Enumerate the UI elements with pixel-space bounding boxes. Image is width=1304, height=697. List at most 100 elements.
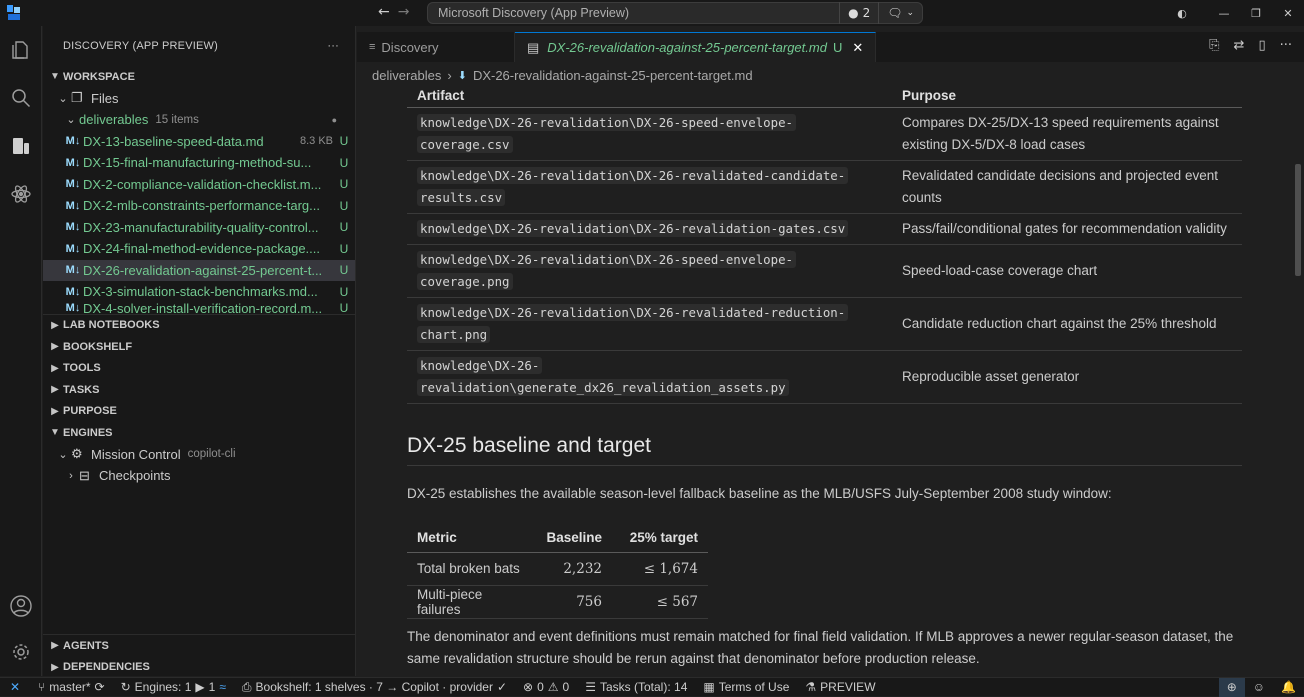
explorer-icon[interactable] [0,26,42,74]
editor-tabs: ≡ Discovery ▤ DX-26-revalidation-against… [357,32,1304,62]
activity-icon: ≈ [219,680,226,694]
sidebar-title: DISCOVERY (APP PREVIEW) [63,40,218,52]
preview-status[interactable]: ⚗ PREVIEW [797,678,883,697]
file-size: 8.3 KB [299,135,333,148]
problems-status[interactable]: ⊗ 0 ⚠ 0 [515,678,577,697]
workspace-section[interactable]: ▼ WORKSPACE [43,66,355,88]
artifact-cell: knowledge\DX-26-revalidation\DX-26-speed… [407,244,892,298]
close-window-button[interactable]: ✕ [1272,7,1304,20]
file-item[interactable]: M↓ DX-26-revalidation-against-25-percent-… [43,259,355,281]
dot-icon: ● [848,6,859,20]
chevron-down-icon: ▼ [50,71,60,83]
chevron-right-icon: ▶ [51,640,59,652]
more-actions-icon[interactable]: ··· [327,40,339,52]
artifact-cell: knowledge\DX-26-revalidation\DX-26-reval… [407,213,892,245]
mission-control-node[interactable]: ⌄ ⚙ Mission Control copilot-cli [43,444,355,466]
atom-icon[interactable] [0,170,42,218]
breadcrumb-file[interactable]: DX-26-revalidation-against-25-percent-ta… [473,68,753,83]
settings-gear-icon[interactable] [0,628,42,676]
deliverables-folder[interactable]: ⌄ deliverables 15 items ● [43,109,355,131]
file-name: DX-2-compliance-validation-checklist.m..… [83,176,322,192]
notification-count[interactable]: ● 2 [839,2,878,24]
engines-status[interactable]: ↻ Engines: 1 ▶ 1 ≈ [113,678,234,697]
close-tab-icon[interactable]: ✕ [852,40,863,56]
file-name: DX-15-final-manufacturing-method-su... [83,155,312,171]
section-tasks[interactable]: ▶ TASKS [43,379,355,401]
agents-section[interactable]: ▶ AGENTS [43,635,355,657]
gear-icon: ⚙ [71,446,83,462]
tasks-list-icon: ☰ [585,680,596,694]
checkpoints-node[interactable]: › ⊟ Checkpoints [43,465,355,487]
file-item[interactable]: M↓ DX-4-solver-install-verification-recor… [43,303,355,314]
tab-dx-26-revalidation[interactable]: ▤ DX-26-revalidation-against-25-percent-… [515,32,877,62]
command-center[interactable]: Microsoft Discovery (App Preview) ● 2 🗨 ⌄ [427,2,923,24]
chevron-right-icon: ▶ [51,405,59,417]
file-item[interactable]: M↓ DX-2-mlb-constraints-performance-targ.… [43,195,355,217]
section-bookshelf[interactable]: ▶ BOOKSHELF [43,336,355,358]
forward-arrow-icon[interactable]: → [398,4,410,20]
compare-icon[interactable]: ⇄ [1234,38,1245,53]
split-editor-icon[interactable]: ▯ [1258,38,1265,53]
markdown-file-icon: M↓ [65,156,81,169]
discovery-icon[interactable] [0,122,42,170]
markdown-file-icon: ⬇ [457,69,467,82]
git-status-badge: U [339,198,349,213]
artifact-path-continued: chart.png [417,325,491,343]
scrollbar-thumb[interactable] [1295,164,1301,276]
zoom-icon: ⊕ [1226,680,1237,694]
file-item[interactable]: M↓ DX-24-final-method-evidence-package...… [43,238,355,260]
purpose-cell: Pass/fail/conditional gates for recommen… [892,213,1242,245]
check-icon: ✓ [496,680,508,694]
markdown-file-icon: M↓ [65,199,81,212]
file-name: DX-26-revalidation-against-25-percent-t.… [83,262,323,278]
search-icon[interactable] [0,74,42,122]
notifications-button[interactable]: 🔔 [1273,678,1304,697]
breadcrumb: deliverables › ⬇ DX-26-revalidation-agai… [372,64,753,86]
tasks-status[interactable]: ☰ Tasks (Total): 14 [577,678,695,697]
closing-paragraph: The denominator and event definitions mu… [407,629,1234,666]
section-heading: DX-25 baseline and target [407,434,651,457]
file-item[interactable]: M↓ DX-3-simulation-stack-benchmarks.md...… [43,281,355,303]
branch-status[interactable]: ⑂ master* ⟳ [30,678,113,697]
artifact-path-continued: results.csv [417,188,506,206]
file-item[interactable]: M↓ DX-2-compliance-validation-checklist.m… [43,174,355,196]
minimize-button[interactable]: — [1208,7,1240,20]
account-circle-icon[interactable]: ◐ [1166,7,1198,20]
open-source-icon[interactable]: ⎘ [1209,38,1219,53]
breadcrumb-folder[interactable]: deliverables [372,68,441,83]
discovery-tab-icon: ≡ [369,41,376,53]
purpose-cell: Compares DX-25/DX-13 speed requirements … [892,107,1242,161]
more-actions-icon[interactable]: ··· [1280,38,1292,53]
target-cell: ≤ 567 [612,585,708,619]
copilot-button[interactable]: ☺ [1245,678,1273,697]
bookshelf-status[interactable]: ⎙ Bookshelf: 1 shelves · 7 → Copilot · p… [234,678,515,697]
table-row: Total broken bats 2,232 ≤ 1,674 [407,552,708,586]
section-tools[interactable]: ▶ TOOLS [43,358,355,380]
tab-discovery[interactable]: ≡ Discovery [357,32,515,62]
remote-indicator-icon[interactable]: ✕ [0,680,30,694]
restore-button[interactable]: ❐ [1240,7,1272,20]
account-icon[interactable] [0,582,42,630]
markdown-file-icon: M↓ [65,178,81,191]
engines-section[interactable]: ▼ ENGINES [43,422,355,444]
terms-of-use-link[interactable]: ▦ Terms of Use [695,678,797,697]
chat-button[interactable]: 🗨 ⌄ [878,2,922,24]
file-name: DX-2-mlb-constraints-performance-targ... [83,198,320,214]
purpose-cell: Revalidated candidate decisions and proj… [892,160,1242,214]
markdown-preview-icon: ▤ [527,39,540,55]
target-cell: ≤ 1,674 [612,552,708,586]
artifact-table: Artifact Purpose knowledge\DX-26-revalid… [407,84,1242,404]
vertical-scrollbar[interactable] [1294,84,1304,676]
chevron-down-icon: ⌄ [906,8,914,18]
files-node[interactable]: ⌄ ❐ Files [43,88,355,110]
back-arrow-icon[interactable]: ← [378,4,390,20]
section-purpose[interactable]: ▶ PURPOSE [43,401,355,423]
dependencies-section[interactable]: ▶ DEPENDENCIES [43,657,355,679]
file-item[interactable]: M↓ DX-13-baseline-speed-data.md 8.3 KB U [43,131,355,153]
chevron-right-icon: ▶ [51,341,59,353]
git-branch-icon: ⑂ [38,680,46,694]
section-lab-notebooks[interactable]: ▶ LAB NOTEBOOKS [43,315,355,337]
file-item[interactable]: M↓ DX-23-manufacturability-quality-contro… [43,217,355,239]
file-item[interactable]: M↓ DX-15-final-manufacturing-method-su...… [43,152,355,174]
zoom-button[interactable]: ⊕ [1218,677,1245,697]
